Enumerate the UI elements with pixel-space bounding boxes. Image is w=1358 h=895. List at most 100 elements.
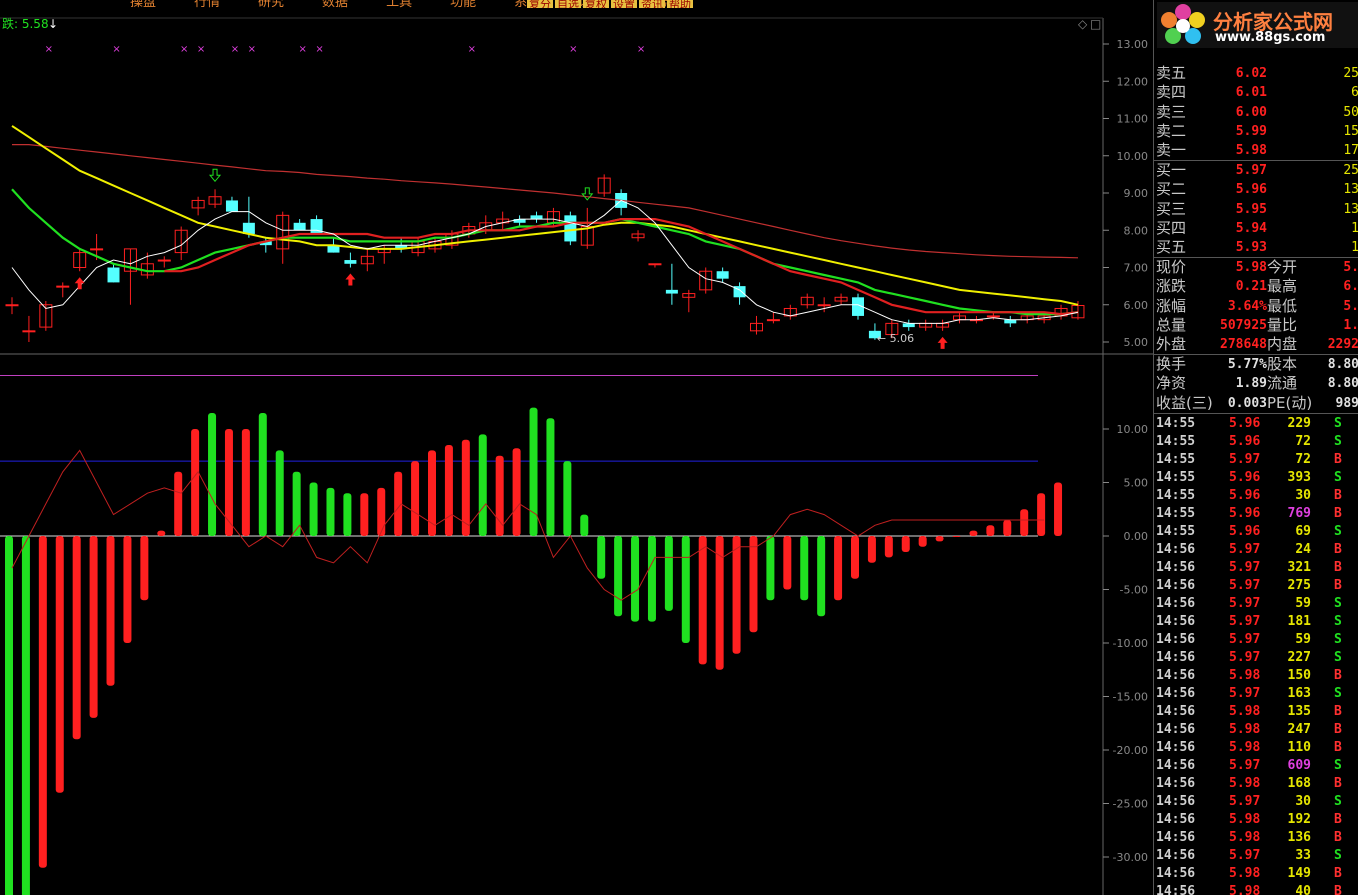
row-value: 6.00: [1235, 104, 1267, 120]
trade-time: 14:56: [1156, 776, 1196, 791]
trade-time: 14:56: [1156, 794, 1196, 809]
trade-price: 5.97: [1229, 614, 1261, 629]
menu-item[interactable]: 工具: [386, 0, 412, 8]
menu-item[interactable]: 行情: [194, 0, 220, 8]
flower-logo-icon: [1161, 4, 1205, 44]
bid-volume: 13: [1343, 201, 1358, 217]
trade-price: 5.96: [1229, 470, 1261, 485]
row-label: 卖四: [1156, 83, 1187, 102]
trade-row: 14:56 5.97 59 S: [1154, 595, 1358, 613]
macd-bar: [631, 536, 640, 622]
macd-bar: [969, 530, 978, 536]
trade-price: 5.98: [1229, 704, 1261, 719]
menu-button[interactable]: 复权: [583, 0, 609, 8]
macd-bar: [681, 536, 690, 643]
x-marker: ×: [45, 44, 53, 55]
trade-volume: 40: [1295, 884, 1311, 895]
macd-bar: [191, 429, 200, 536]
macd-bar: [580, 514, 589, 536]
menu-item[interactable]: 功能: [450, 0, 476, 8]
ask-row: 卖三 6.00 50: [1154, 103, 1358, 122]
low-marker: ← 5.06: [877, 332, 914, 345]
row-label: 净资: [1156, 374, 1187, 393]
x-marker: ×: [180, 44, 188, 55]
trade-price: 5.97: [1229, 596, 1261, 611]
menu-item[interactable]: 数据: [322, 0, 348, 8]
stat-value: 8.80: [1327, 376, 1358, 392]
trade-row: 14:56 5.97 33 S: [1154, 847, 1358, 865]
up-arrow-icon: [937, 336, 948, 349]
trade-row: 14:55 5.96 393 S: [1154, 469, 1358, 487]
macd-bar: [817, 536, 826, 617]
candle-body: [986, 315, 1000, 318]
trade-volume: 181: [1287, 614, 1311, 629]
trade-price: 5.98: [1229, 668, 1261, 683]
y-tick-label: 5.00: [1124, 477, 1149, 490]
row-label: 买五: [1156, 238, 1187, 257]
diamond-icon: ◇: [1078, 17, 1088, 31]
macd-bar: [5, 536, 13, 895]
trade-row: 14:56 5.97 163 S: [1154, 685, 1358, 703]
menu-item[interactable]: 操盘: [130, 0, 156, 8]
y-tick-label: -15.00: [1113, 691, 1148, 704]
menu-button[interactable]: 资讯: [639, 0, 665, 8]
trade-time: 14:56: [1156, 830, 1196, 845]
row-value: 5.98: [1235, 143, 1267, 159]
trade-side: B: [1334, 452, 1342, 467]
macd-bar: [275, 450, 284, 536]
trade-volume: 150: [1287, 668, 1311, 683]
candle-body: [564, 215, 577, 242]
stat-label: 今开: [1267, 258, 1298, 276]
logo-url: www.88gs.com: [1215, 30, 1326, 45]
trade-time: 14:56: [1156, 722, 1196, 737]
menu-item[interactable]: 研究: [258, 0, 284, 8]
trade-price: 5.98: [1229, 866, 1261, 881]
trade-price: 5.98: [1229, 722, 1261, 737]
macd-bar: [72, 536, 81, 740]
down-arrow-icon: [581, 187, 594, 201]
menu-button[interactable]: 帮助: [667, 0, 693, 8]
trade-volume: 163: [1287, 686, 1311, 701]
trade-time: 14:56: [1156, 632, 1196, 647]
trade-side: S: [1334, 416, 1342, 431]
macd-bar: [326, 487, 335, 536]
y-tick-label: 10.00: [1117, 150, 1149, 163]
menu-button[interactable]: 设置: [611, 0, 637, 8]
trade-side: S: [1334, 848, 1342, 863]
trade-price: 5.98: [1229, 812, 1261, 827]
top-menu-buttons: 复分 自选 复权 设置 资讯 帮助: [527, 0, 695, 8]
row-value: 5.98: [1235, 260, 1267, 275]
trade-time: 14:56: [1156, 866, 1196, 881]
row-value: 5.94: [1235, 220, 1267, 236]
menu-button[interactable]: 自选: [555, 0, 581, 8]
trade-side: S: [1334, 650, 1342, 665]
row-label: 总量: [1156, 315, 1187, 334]
macd-bar: [851, 536, 859, 579]
stat-value: 6.: [1343, 279, 1358, 295]
trade-price: 5.97: [1229, 542, 1261, 557]
y-tick-label: 8.00: [1124, 224, 1149, 237]
trade-price: 5.98: [1229, 776, 1261, 791]
row-label: 卖一: [1156, 141, 1187, 160]
macd-bar: [208, 412, 217, 536]
trade-time: 14:56: [1156, 542, 1196, 557]
trade-price: 5.97: [1229, 794, 1261, 809]
stat-row: 现价 5.98 今开 5.: [1154, 258, 1358, 277]
row-value: 507925: [1220, 317, 1267, 333]
trade-price: 5.97: [1229, 650, 1261, 665]
bid-row: 买二 5.96 13: [1154, 180, 1358, 199]
macd-bar: [1054, 482, 1063, 536]
macd-bar: [21, 536, 30, 895]
trade-row: 14:56 5.98 136 B: [1154, 829, 1358, 847]
y-tick-label: 12.00: [1117, 75, 1149, 88]
trade-row: 14:56 5.97 59 S: [1154, 631, 1358, 649]
trade-row: 14:55 5.96 229 S: [1154, 415, 1358, 433]
ask-volume: 17: [1343, 143, 1358, 159]
row-label: 卖三: [1156, 102, 1187, 121]
bid-row: 买三 5.95 13: [1154, 200, 1358, 219]
trade-time: 14:56: [1156, 668, 1196, 683]
trade-row: 14:56 5.97 24 B: [1154, 541, 1358, 559]
menu-button[interactable]: 复分: [527, 0, 553, 8]
macd-bar: [377, 487, 386, 536]
trade-time: 14:56: [1156, 884, 1196, 895]
